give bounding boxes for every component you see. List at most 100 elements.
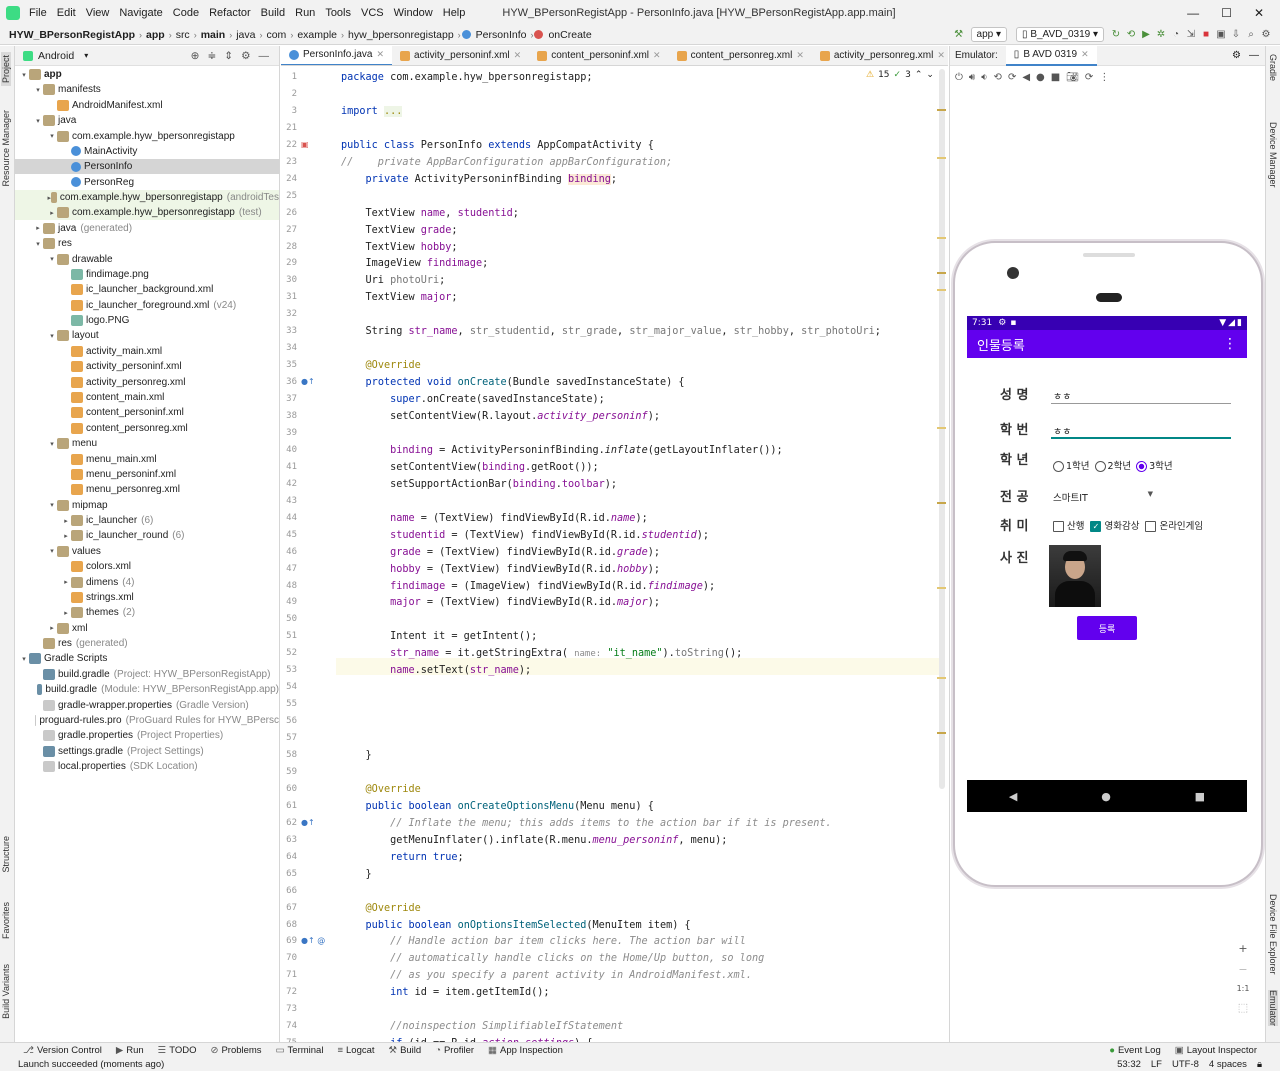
power-icon[interactable]: ⏻ [955,72,963,83]
camera-icon[interactable]: 📷︎ [1066,72,1079,83]
tree-item[interactable]: ▾ menu [15,436,279,451]
tree-item[interactable]: content_personreg.xml [15,421,279,436]
code-line[interactable]: Intent it = getIntent(); [341,628,537,645]
menu-item-window[interactable]: Window [389,7,438,19]
device-select[interactable]: ▯ B_AVD_0319 ▾ [1016,27,1104,42]
breadcrumb-item[interactable]: example [294,29,340,41]
grade-radio-option[interactable]: 3학년 [1136,458,1173,472]
menu-item-edit[interactable]: Edit [52,7,81,19]
gear-icon[interactable]: ⚙ [1232,50,1249,61]
indent-setting[interactable]: 4 spaces [1209,1059,1247,1070]
run-config-select[interactable]: app ▾ [970,27,1008,42]
code-body[interactable]: package com.example.hyw_bpersonregistapp… [281,67,937,1042]
expand-arrow-icon[interactable]: ▾ [47,255,57,263]
tree-item[interactable]: strings.xml [15,590,279,605]
code-line[interactable]: @Override [341,781,421,798]
breadcrumb-item[interactable]: app [143,29,168,41]
expand-arrow-icon[interactable]: ▸ [61,517,71,525]
code-line[interactable]: public boolean onCreateOptionsMenu(Menu … [341,798,654,815]
code-line[interactable]: TextView hobby; [341,239,458,256]
code-line[interactable]: @Override [341,357,421,374]
tool-build[interactable]: ⚒ Build [382,1045,429,1056]
tree-item[interactable]: ▾ java [15,113,279,128]
tree-item[interactable]: ▸ dimens (4) [15,575,279,590]
code-line[interactable]: name = (TextView) findViewById(R.id.name… [341,510,648,527]
tree-item[interactable]: colors.xml [15,559,279,574]
tool-app-inspection[interactable]: ▦ App Inspection [481,1045,570,1056]
resource-manager-tool-button[interactable]: Resource Manager [1,110,11,187]
code-line[interactable]: findimage = (ImageView) findViewById(R.i… [341,578,715,595]
back-icon[interactable]: ◀ [1009,790,1017,803]
menu-item-help[interactable]: Help [438,7,471,19]
gradle-tool-button[interactable]: Gradle [1268,54,1278,81]
volume-up-icon[interactable]: 🔊︎ [969,72,975,83]
code-line[interactable]: } [341,866,372,883]
hide-icon[interactable]: — [1249,50,1265,61]
menu-item-navigate[interactable]: Navigate [114,7,167,19]
attach-debugger-icon[interactable]: ⇲ [1185,29,1197,40]
code-line[interactable]: // automatically handle clicks on the Ho… [341,950,764,967]
hammer-icon[interactable]: ⚒ [953,29,965,40]
hobby-checkbox-option[interactable]: 온라인게임 [1145,518,1203,532]
tree-item[interactable]: gradle.properties (Project Properties) [15,728,279,743]
code-line[interactable]: setContentView(R.layout.activity_personi… [341,408,660,425]
tree-item[interactable]: ▸ ic_launcher_round (6) [15,528,279,543]
device-file-explorer-tool-button[interactable]: Device File Explorer [1268,894,1278,975]
code-line[interactable]: grade = (TextView) findViewById(R.id.gra… [341,544,660,561]
hide-icon[interactable]: — [259,50,270,62]
tab-activity_personinf-xml[interactable]: activity_personinf.xml ✕ [392,46,529,65]
checkbox[interactable]: ✓ [1090,521,1102,532]
tree-item[interactable]: ▸ java (generated) [15,221,279,236]
breadcrumb-item[interactable]: com [263,29,289,41]
tool-event-log[interactable]: ● Event Log [1102,1045,1168,1056]
expand-arrow-icon[interactable]: ▾ [47,547,57,555]
code-line[interactable]: // Inflate the menu; this adds items to … [341,815,832,832]
tree-item[interactable]: activity_main.xml [15,344,279,359]
code-line[interactable]: str_name = it.getStringExtra( name: "it_… [341,645,742,662]
tree-item[interactable]: activity_personreg.xml [15,375,279,390]
home-icon[interactable]: ● [1101,790,1111,803]
tab-activity_personreg-xml[interactable]: activity_personreg.xml ✕ [812,46,948,65]
code-line[interactable]: super.onCreate(savedInstanceState); [341,391,605,408]
tree-item[interactable]: menu_main.xml [15,452,279,467]
menu-item-tools[interactable]: Tools [320,7,356,19]
code-line[interactable]: protected void onCreate(Bundle savedInst… [341,374,685,391]
tab-content_personinf-xml[interactable]: content_personinf.xml ✕ [529,46,668,65]
tree-item[interactable]: ▾ mipmap [15,498,279,513]
radio-button[interactable] [1136,461,1148,472]
tool-terminal[interactable]: ▭ Terminal [269,1045,331,1056]
code-line[interactable]: studentid = (TextView) findViewById(R.id… [341,527,709,544]
zoom-out-icon[interactable]: − [1238,963,1247,976]
code-line[interactable]: Uri photoUri; [341,272,446,289]
tool-profiler[interactable]: ◔ Profiler [428,1045,481,1056]
rotate-right-icon[interactable]: ⟳ [1008,72,1016,83]
scroll-thumb[interactable] [939,69,945,789]
code-line[interactable]: public boolean onOptionsItemSelected(Men… [341,917,691,934]
project-view-select[interactable]: Android [38,50,74,62]
tree-item[interactable]: ic_launcher_background.xml [15,282,279,297]
snapshot-icon[interactable]: ⟳ [1085,72,1093,83]
code-line[interactable]: TextView major; [341,289,458,306]
sdk-manager-icon[interactable]: ⇩ [1230,29,1242,40]
menu-item-code[interactable]: Code [168,7,204,19]
home-icon[interactable]: ● [1036,72,1045,83]
expand-all-icon[interactable]: ⇕ [224,50,233,62]
zoom-fit-icon[interactable]: ⬚ [1238,1001,1248,1014]
tool-problems[interactable]: ⊘ Problems [203,1045,268,1056]
locate-icon[interactable]: ⊕ [191,50,200,62]
device-manager-tool-button[interactable]: Device Manager [1268,122,1278,188]
favorites-tool-button[interactable]: Favorites [1,902,11,939]
emulator-device-tab[interactable]: ▯ B AVD 0319 ✕ [1005,45,1097,66]
structure-tool-button[interactable]: Structure [1,836,11,873]
minimize-button[interactable]: — [1187,6,1199,20]
chevron-down-icon[interactable]: ▾ [84,51,88,60]
tree-item[interactable]: ▸ com.example.hyw_bpersonregistapp (test) [15,205,279,221]
tree-item[interactable]: ▾ res [15,236,279,251]
phone-screen[interactable]: 7:31 ⚙ ▪ ▼ ◢ ▮ 인물등록 ⋮ 성 명 ㅎㅎ 학 번 ㅎㅎ 학 년 … [967,316,1247,812]
code-line[interactable]: binding = ActivityPersoninfBinding.infla… [341,442,783,459]
inspections-widget[interactable]: ⚠ 15 ✓ 3 ⌃ ⌄ [866,70,934,80]
grade-radio-option[interactable]: 2학년 [1094,458,1131,472]
tree-item[interactable]: gradle-wrapper.properties (Gradle Version… [15,698,279,713]
close-icon[interactable]: ✕ [796,50,804,61]
major-spinner[interactable]: 스마트IT ▼ [1053,490,1153,504]
